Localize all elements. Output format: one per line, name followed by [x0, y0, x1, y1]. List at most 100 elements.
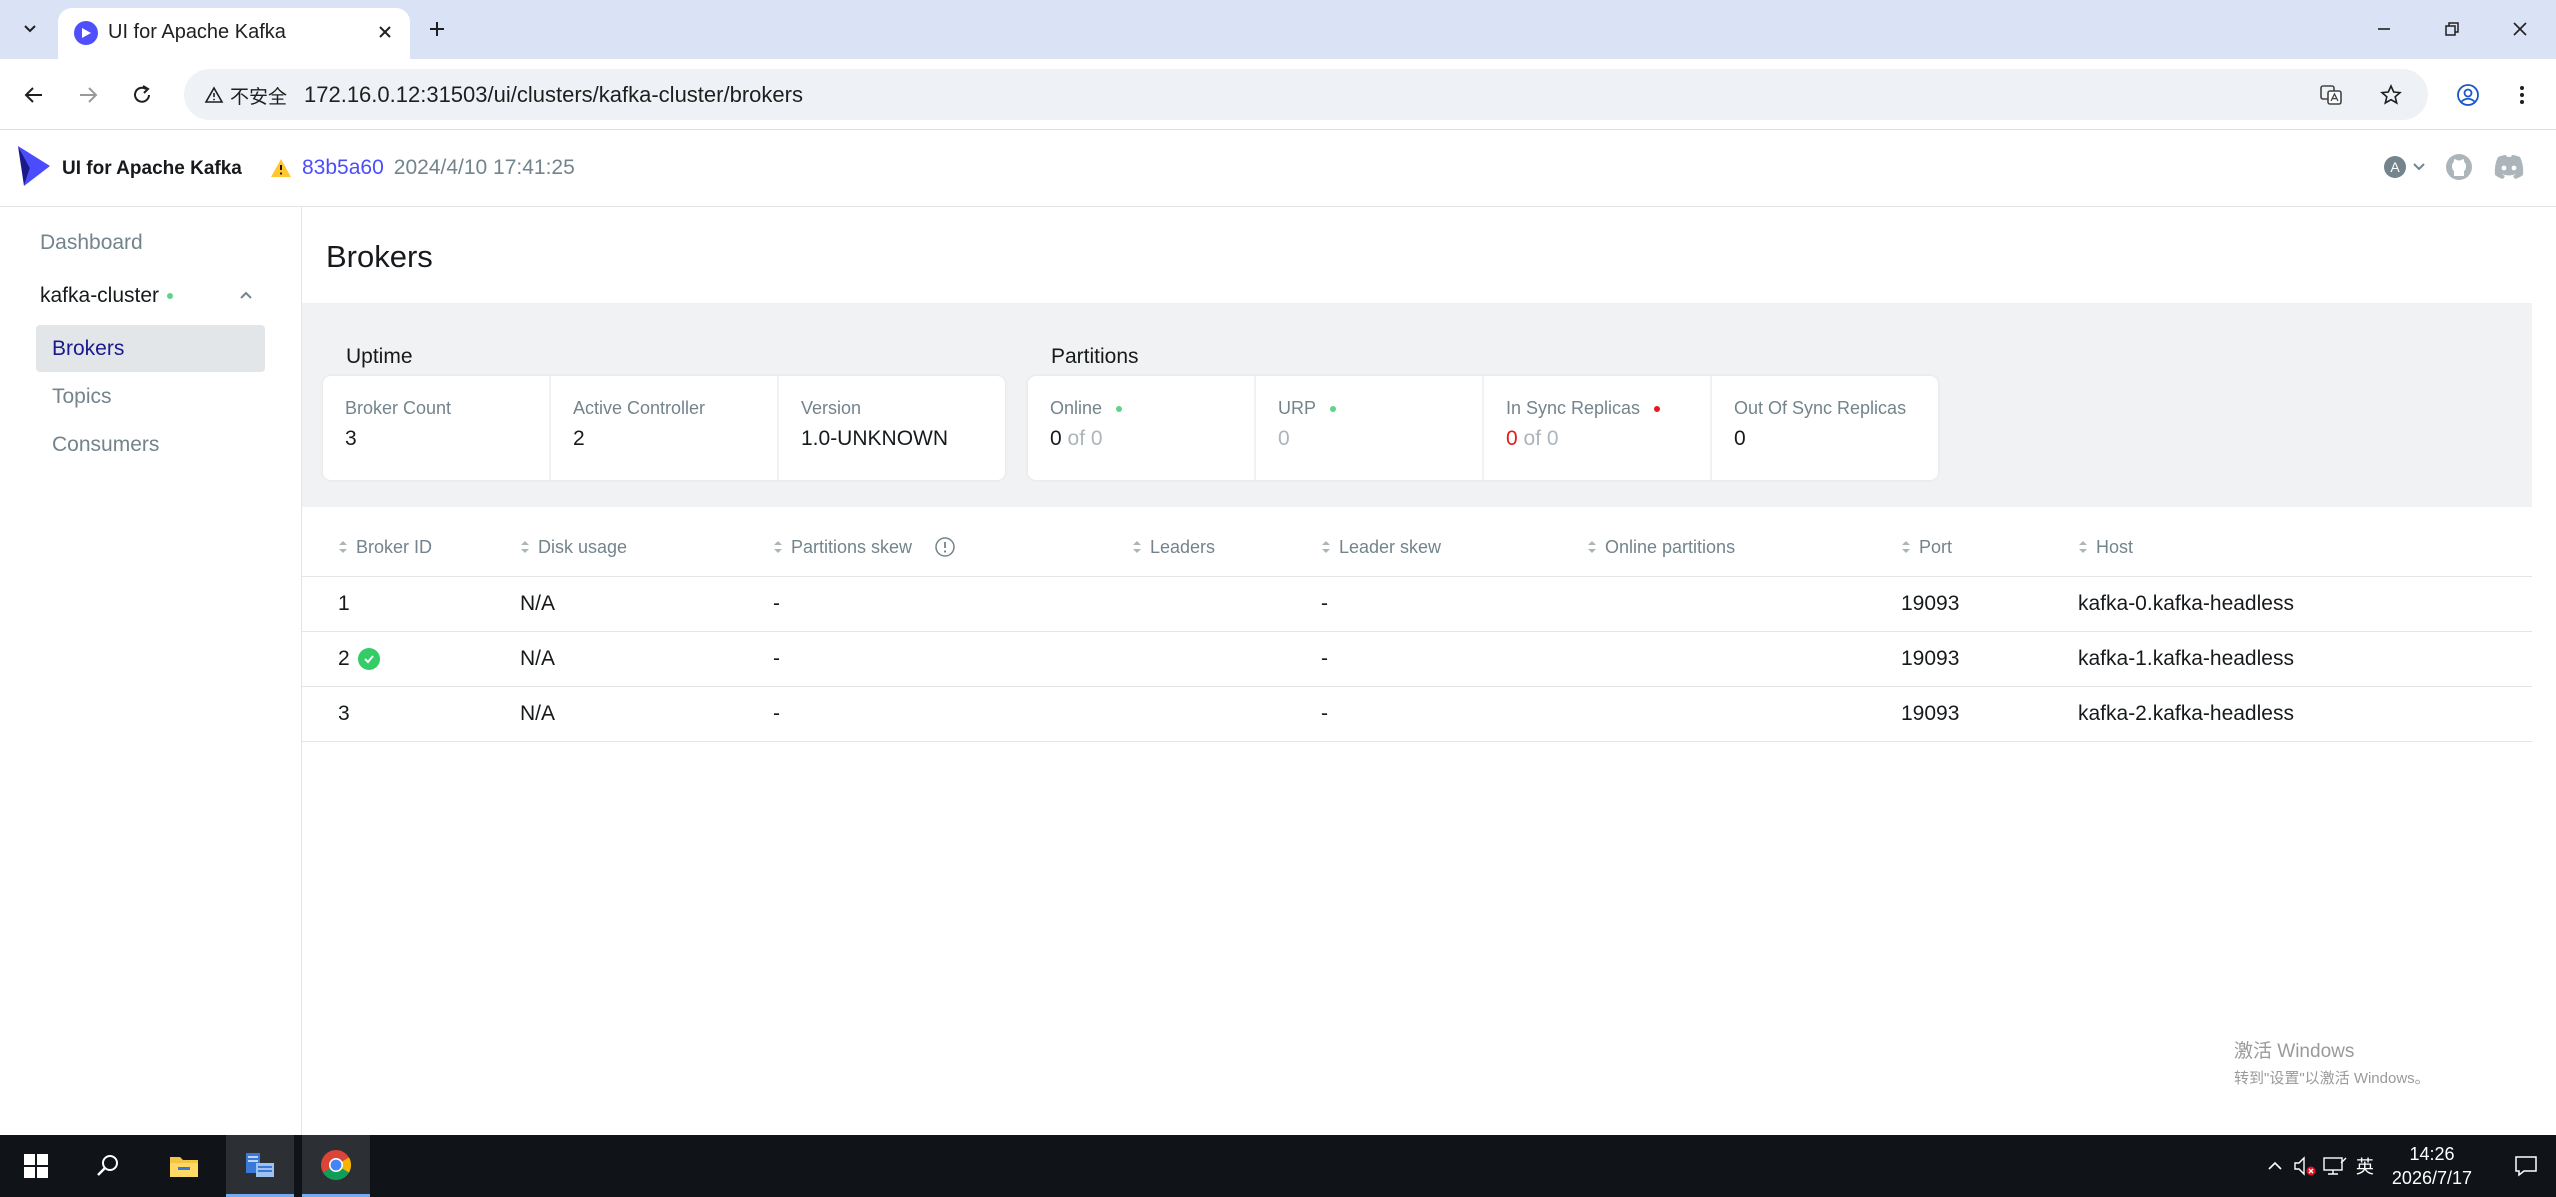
chrome-button[interactable]	[302, 1135, 370, 1197]
column-header-broker-id[interactable]: Broker ID	[302, 519, 520, 577]
url-text[interactable]: 172.16.0.12:31503/ui/clusters/kafka-clus…	[304, 82, 803, 108]
close-window-icon[interactable]	[2500, 12, 2540, 46]
bookmark-star-icon[interactable]	[2374, 78, 2408, 112]
cluster-status-dot	[167, 293, 174, 299]
cell-partitions-skew: -	[761, 631, 1120, 687]
cell-disk-usage: N/A	[520, 631, 761, 687]
volume-muted-icon[interactable]	[2290, 1135, 2320, 1197]
broker-id[interactable]: 1	[338, 592, 350, 615]
chevron-down-icon	[2413, 163, 2425, 171]
system-tray: 英 14:26 2026/7/17	[2260, 1135, 2556, 1197]
minimize-icon[interactable]	[2364, 12, 2404, 46]
watermark-subtitle: 转到"设置"以激活 Windows。	[2234, 1070, 2430, 1087]
new-tab-plus-icon[interactable]	[422, 14, 452, 44]
github-icon[interactable]	[2444, 152, 2474, 182]
sidebar-item-dashboard[interactable]: Dashboard	[40, 231, 143, 255]
card-label: Broker Count	[345, 398, 452, 418]
cell-online-partitions	[1587, 576, 1901, 632]
clock-date: 2026/7/17	[2391, 1168, 2472, 1188]
cell-broker-id[interactable]: 2	[302, 631, 520, 687]
search-icon	[97, 1155, 118, 1176]
sidebar: Dashboard kafka-cluster Brokers Topics C…	[0, 207, 302, 1135]
uptime-cards: Broker Count 3 Active Controller 2 Versi…	[323, 376, 1005, 480]
column-label: Leader skew	[1339, 536, 1442, 557]
table-row[interactable]: 1 N/A - - 19093 kafka-0.kafka-headless	[302, 576, 2532, 632]
status-dot-green	[1116, 405, 1123, 412]
broker-id[interactable]: 3	[338, 702, 350, 725]
chrome-icon	[321, 1149, 352, 1180]
column-header-leader-skew[interactable]: Leader skew	[1321, 519, 1587, 577]
kafka-ui-logo-icon[interactable]	[14, 144, 54, 188]
column-header-online-partitions[interactable]: Online partitions	[1587, 519, 1901, 577]
card-label: Out Of Sync Replicas	[1734, 398, 1907, 418]
sidebar-item-topics[interactable]: Topics	[36, 373, 265, 420]
forward-arrow-icon[interactable]	[70, 77, 106, 113]
page-title: Brokers	[326, 239, 433, 274]
cell-leader-skew: -	[1321, 686, 1587, 742]
back-arrow-icon[interactable]	[16, 77, 52, 113]
column-label: Port	[1919, 536, 1953, 557]
more-menu-icon[interactable]	[2504, 77, 2540, 113]
cell-port: 19093	[1901, 576, 2078, 632]
reload-icon[interactable]	[124, 77, 160, 113]
input-method-indicator[interactable]: 英	[2350, 1135, 2380, 1197]
sort-icon	[339, 541, 347, 554]
profile-icon[interactable]	[2450, 77, 2486, 113]
windows-activation-watermark: 激活 Windows 转到"设置"以激活 Windows。	[2234, 1036, 2430, 1088]
sidebar-item-consumers[interactable]: Consumers	[36, 421, 265, 468]
windows-logo-icon	[24, 1154, 48, 1178]
sidebar-item-label: Brokers	[52, 336, 125, 360]
tab-title: UI for Apache Kafka	[108, 21, 286, 43]
info-icon[interactable]	[934, 536, 956, 558]
version-date: 2024/4/10 17:41:25	[393, 156, 575, 179]
online-value: 0	[1050, 427, 1062, 450]
table-row[interactable]: 2 N/A - - 19093 kafka-1.kafka-headless	[302, 631, 2532, 687]
translate-icon[interactable]	[2314, 78, 2348, 112]
tab-search-button[interactable]	[14, 12, 46, 44]
cell-disk-usage: N/A	[520, 686, 761, 742]
file-explorer-button[interactable]	[150, 1135, 218, 1197]
browser-tab[interactable]: UI for Apache Kafka	[58, 8, 410, 59]
cell-host: kafka-0.kafka-headless	[2078, 576, 2532, 632]
start-button[interactable]	[2, 1135, 70, 1197]
notification-center-icon[interactable]	[2496, 1135, 2556, 1197]
out-of-sync-replicas-card: Out Of Sync Replicas 0	[1712, 376, 1938, 480]
address-bar[interactable]: 不安全 172.16.0.12:31503/ui/clusters/kafka-…	[184, 69, 2428, 120]
online-card: Online 0 of 0	[1028, 376, 1254, 480]
column-header-host[interactable]: Host	[2078, 519, 2532, 577]
cell-broker-id[interactable]: 1	[302, 576, 520, 632]
windows-taskbar: 英 14:26 2026/7/17	[0, 1135, 2556, 1197]
broker-count-card: Broker Count 3	[323, 376, 549, 480]
version-commit-link[interactable]: 83b5a60	[302, 156, 384, 180]
card-value: 0	[1278, 427, 1290, 450]
main-content: Brokers Uptime Partitions Broker Count 3…	[302, 207, 2532, 1135]
column-header-port[interactable]: Port	[1901, 519, 2078, 577]
table-row[interactable]: 3 N/A - - 19093 kafka-2.kafka-headless	[302, 686, 2532, 742]
discord-icon[interactable]	[2492, 153, 2526, 181]
restore-icon[interactable]	[2432, 12, 2472, 46]
sidebar-item-brokers[interactable]: Brokers	[36, 325, 265, 372]
network-icon[interactable]	[2320, 1135, 2350, 1197]
column-header-partitions-skew[interactable]: Partitions skew	[761, 519, 1120, 577]
sidebar-cluster-toggle[interactable]: kafka-cluster	[36, 277, 266, 315]
version-info: 83b5a60 2024/4/10 17:41:25	[270, 156, 575, 180]
broker-id[interactable]: 2	[338, 647, 350, 670]
sort-icon	[521, 541, 529, 554]
tab-close-icon[interactable]	[372, 19, 398, 45]
taskbar-clock[interactable]: 14:26 2026/7/17	[2392, 1142, 2472, 1190]
user-menu[interactable]: A	[2384, 156, 2426, 178]
clock-time: 14:26	[2409, 1144, 2455, 1164]
security-indicator[interactable]: 不安全	[196, 79, 295, 111]
cell-leaders	[1120, 686, 1321, 742]
search-button[interactable]	[74, 1135, 142, 1197]
show-hidden-icons-chevron-icon[interactable]	[2260, 1135, 2290, 1197]
card-label: URP	[1278, 398, 1460, 419]
column-header-disk-usage[interactable]: Disk usage	[520, 519, 761, 577]
server-manager-button[interactable]	[226, 1135, 294, 1197]
column-label: Host	[2096, 536, 2134, 557]
app-title[interactable]: UI for Apache Kafka	[62, 158, 242, 180]
cell-broker-id[interactable]: 3	[302, 686, 520, 742]
cell-partitions-skew: -	[761, 576, 1120, 632]
column-header-leaders[interactable]: Leaders	[1120, 519, 1321, 577]
cell-leader-skew: -	[1321, 631, 1587, 687]
